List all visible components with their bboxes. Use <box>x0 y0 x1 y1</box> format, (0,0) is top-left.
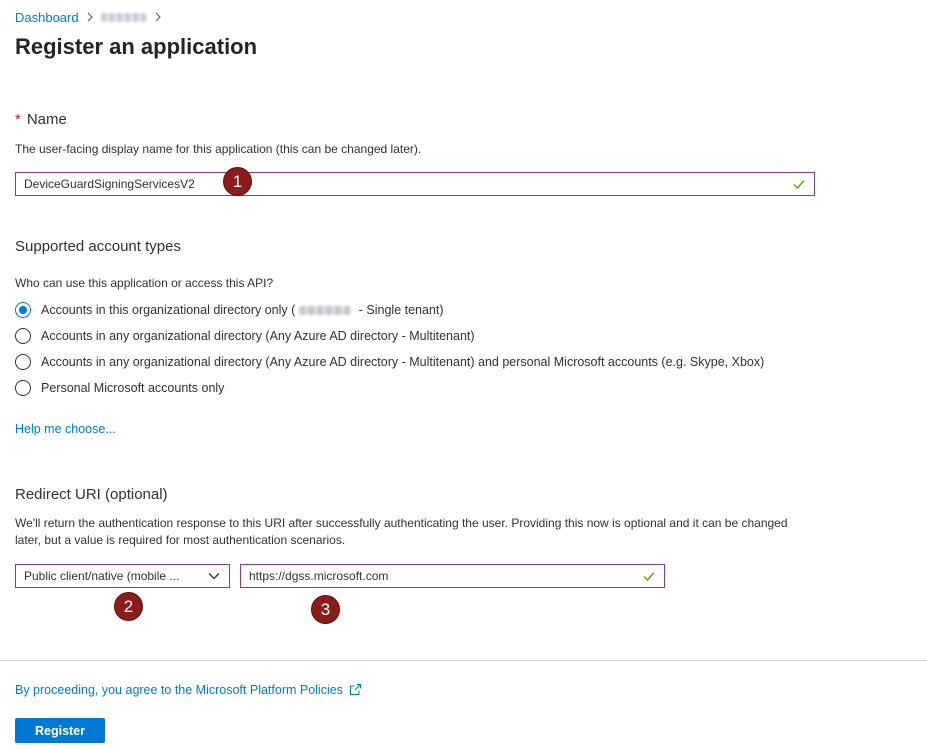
name-label: * Name <box>15 111 67 128</box>
account-option-single-tenant[interactable]: Accounts in this organizational director… <box>15 300 444 320</box>
account-option-label: Personal Microsoft accounts only <box>41 381 225 395</box>
account-option-personal-only[interactable]: Personal Microsoft accounts only <box>15 378 224 398</box>
account-types-question: Who can use this application or access t… <box>15 276 274 290</box>
callout-marker-2: 2 <box>114 592 143 621</box>
radio-unselected[interactable] <box>15 380 31 396</box>
account-option-multitenant-personal[interactable]: Accounts in any organizational directory… <box>15 352 764 372</box>
chevron-down-icon <box>208 573 220 580</box>
radio-unselected[interactable] <box>15 354 31 370</box>
redirect-uri-description: We'll return the authentication response… <box>15 516 788 547</box>
redirect-uri-value: https://dgss.microsoft.com <box>249 569 389 583</box>
account-option-label: Accounts in this organizational director… <box>41 303 444 317</box>
checkmark-icon <box>643 572 655 582</box>
account-option-label: Accounts in any organizational directory… <box>41 355 765 369</box>
breadcrumb-dashboard-link[interactable]: Dashboard <box>15 10 79 25</box>
external-link-icon <box>349 684 361 695</box>
footer-divider <box>0 660 927 661</box>
redirect-uri-label: Redirect URI (optional) <box>15 486 168 503</box>
platform-select[interactable]: Public client/native (mobile ... <box>15 564 230 588</box>
breadcrumb: Dashboard <box>15 8 169 26</box>
redirect-uri-input[interactable]: https://dgss.microsoft.com <box>240 564 665 588</box>
app-name-input[interactable]: DeviceGuardSigningServicesV2 <box>15 172 815 196</box>
platform-policies-text: By proceeding, you agree to the Microsof… <box>15 683 343 697</box>
redacted-tenant-name <box>299 306 352 316</box>
name-label-text: Name <box>26 111 67 128</box>
chevron-right-icon <box>87 12 93 22</box>
help-me-choose-link[interactable]: Help me choose... <box>15 422 116 436</box>
callout-marker-1: 1 <box>223 167 252 196</box>
account-option-multitenant[interactable]: Accounts in any organizational directory… <box>15 326 475 346</box>
name-description: The user-facing display name for this ap… <box>15 142 422 156</box>
chevron-right-icon <box>155 12 161 22</box>
breadcrumb-redacted-item[interactable] <box>100 12 147 22</box>
callout-marker-3: 3 <box>311 595 340 624</box>
register-button[interactable]: Register <box>15 718 105 743</box>
radio-unselected[interactable] <box>15 328 31 344</box>
radio-selected[interactable] <box>15 302 31 318</box>
account-option-label: Accounts in any organizational directory… <box>41 329 475 343</box>
required-marker: * <box>15 111 21 128</box>
app-name-value: DeviceGuardSigningServicesV2 <box>24 177 195 191</box>
account-types-label: Supported account types <box>15 238 181 255</box>
platform-select-value: Public client/native (mobile ... <box>24 569 180 583</box>
platform-policies-link[interactable]: By proceeding, you agree to the Microsof… <box>15 683 362 697</box>
page-title: Register an application <box>15 34 258 59</box>
checkmark-icon <box>793 180 805 190</box>
